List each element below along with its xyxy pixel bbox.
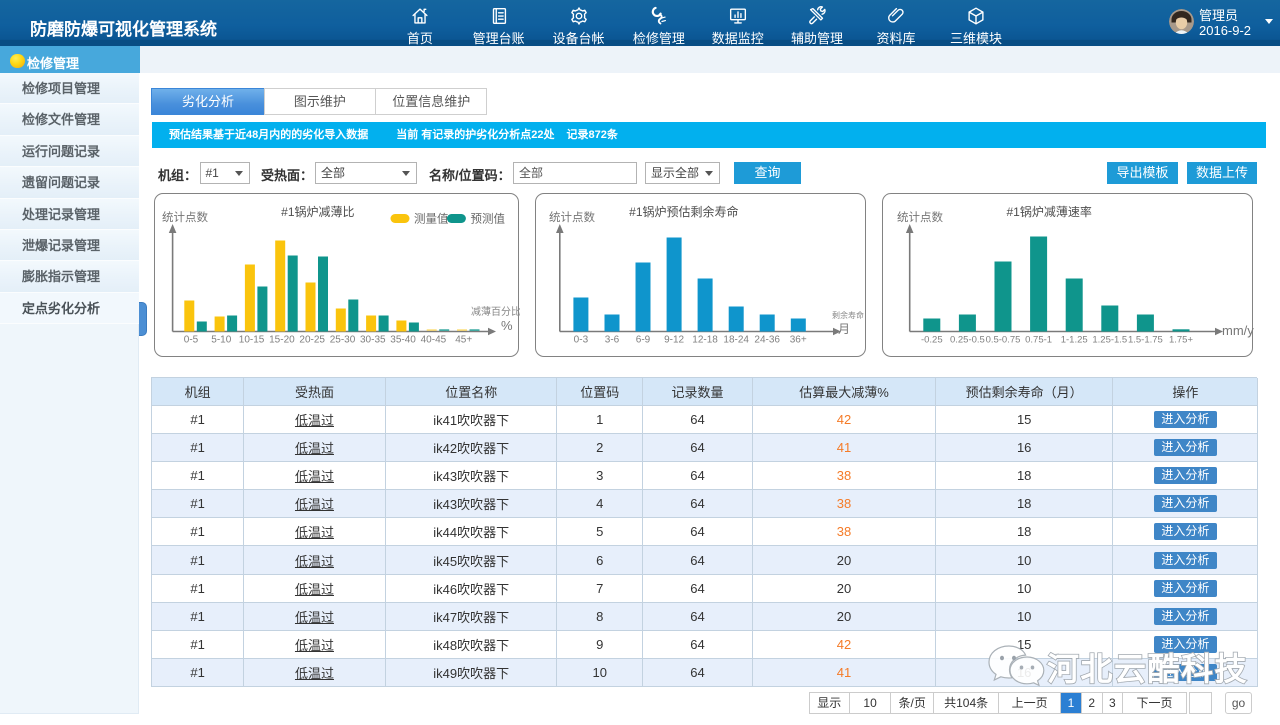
svg-text:剩余寿命: 剩余寿命 xyxy=(832,310,864,320)
svg-text:18-24: 18-24 xyxy=(723,334,749,345)
svg-text:9-12: 9-12 xyxy=(664,334,684,345)
svg-text:%: % xyxy=(501,318,513,333)
svg-text:1.25-1.5: 1.25-1.5 xyxy=(1092,334,1127,345)
svg-text:统计点数: 统计点数 xyxy=(549,210,595,224)
svg-text:24-36: 24-36 xyxy=(754,334,780,345)
svg-text:减薄百分比: 减薄百分比 xyxy=(471,305,520,318)
svg-text:45+: 45+ xyxy=(455,334,472,345)
svg-text:10-15: 10-15 xyxy=(238,334,264,345)
svg-text:40-45: 40-45 xyxy=(420,334,446,345)
svg-text:3-6: 3-6 xyxy=(605,334,620,345)
svg-text:5-10: 5-10 xyxy=(211,334,231,345)
svg-text:25-30: 25-30 xyxy=(329,334,355,345)
svg-text:1.75+: 1.75+ xyxy=(1169,334,1193,345)
svg-text:1-1.25: 1-1.25 xyxy=(1061,334,1088,345)
svg-text:15-20: 15-20 xyxy=(269,334,295,345)
svg-text:河北云酷科技: 河北云酷科技 xyxy=(1047,651,1248,687)
svg-text:0-5: 0-5 xyxy=(183,334,198,345)
svg-text:12-18: 12-18 xyxy=(692,334,718,345)
svg-text:6-9: 6-9 xyxy=(636,334,651,345)
svg-text:35-40: 35-40 xyxy=(390,334,416,345)
svg-text:mm/y: mm/y xyxy=(1222,323,1254,338)
svg-text:0.25-0.5: 0.25-0.5 xyxy=(950,334,985,345)
svg-text:36+: 36+ xyxy=(790,334,807,345)
svg-text:统计点数: 统计点数 xyxy=(162,210,208,224)
svg-text:0.75-1: 0.75-1 xyxy=(1025,334,1052,345)
svg-text:月: 月 xyxy=(838,322,850,336)
svg-text:0.5-0.75: 0.5-0.75 xyxy=(985,334,1020,345)
svg-text:测量值: 测量值 xyxy=(414,212,449,225)
svg-text:统计点数: 统计点数 xyxy=(897,210,943,224)
svg-text:1.5-1.75: 1.5-1.75 xyxy=(1128,334,1163,345)
svg-text:30-35: 30-35 xyxy=(360,334,386,345)
svg-text:-0.25: -0.25 xyxy=(921,334,943,345)
svg-text:0-3: 0-3 xyxy=(573,334,588,345)
svg-text:预测值: 预测值 xyxy=(470,212,505,225)
svg-text:20-25: 20-25 xyxy=(299,334,325,345)
